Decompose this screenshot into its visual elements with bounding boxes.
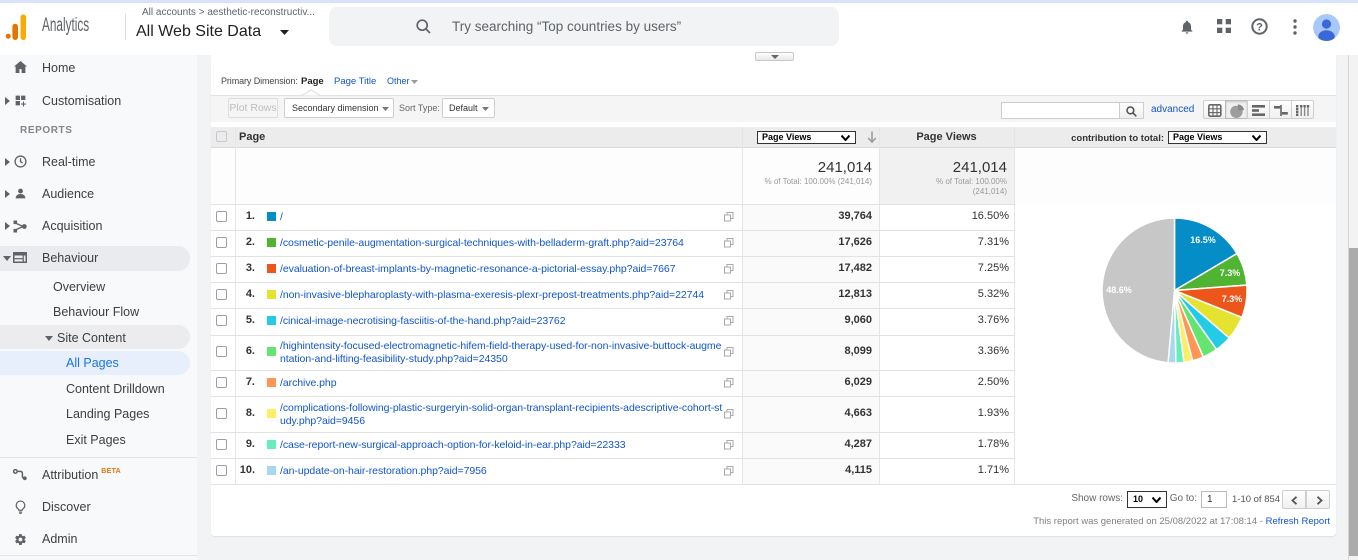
svg-text:7.3%: 7.3% xyxy=(1222,294,1243,304)
svg-text:48.6%: 48.6% xyxy=(1106,285,1132,295)
svg-text:?: ? xyxy=(1256,21,1263,33)
svg-text:16.5%: 16.5% xyxy=(1190,235,1216,245)
svg-text:7.3%: 7.3% xyxy=(1220,268,1241,278)
